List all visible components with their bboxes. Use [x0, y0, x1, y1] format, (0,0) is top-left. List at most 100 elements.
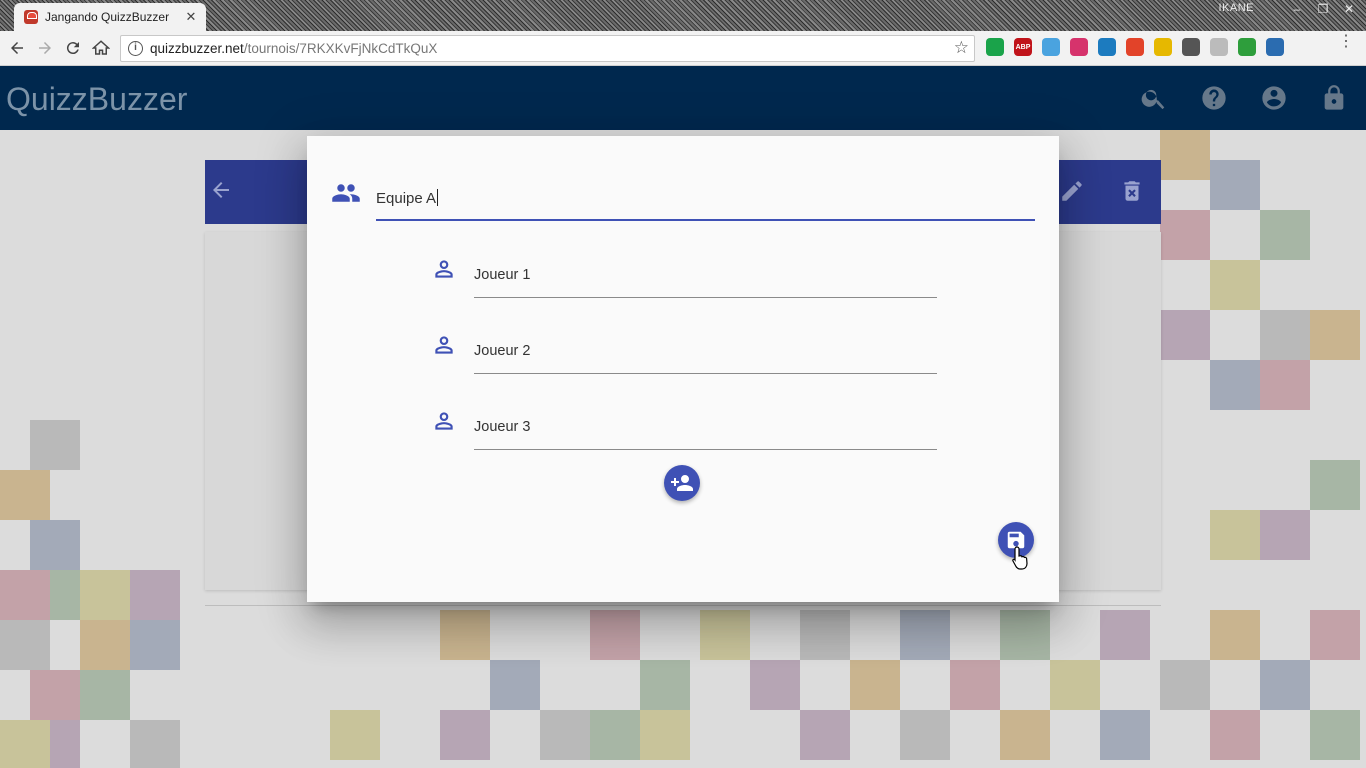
background-tile — [440, 610, 490, 660]
background-tile — [950, 660, 1000, 710]
browser-toolbar: i quizzbuzzer.net/tournois/7RKXKvFjNkCdT… — [0, 31, 1366, 66]
site-info-icon[interactable]: i — [128, 41, 143, 56]
background-tile — [540, 710, 590, 760]
tab-close-icon[interactable]: ✕ — [184, 9, 198, 25]
cloud-extension-icon[interactable] — [1042, 38, 1060, 56]
background-tile — [330, 710, 380, 760]
hand-cursor-icon — [1012, 546, 1028, 570]
close-window-icon[interactable]: ✕ — [1338, 0, 1360, 18]
text-caret — [437, 189, 439, 206]
background-tile — [1210, 510, 1260, 560]
background-tile — [640, 660, 690, 710]
url-host: quizzbuzzer.net — [150, 41, 244, 56]
background-tile — [130, 620, 180, 670]
background-tile — [1260, 360, 1310, 410]
help-icon[interactable] — [1200, 84, 1228, 112]
add-player-button[interactable] — [664, 465, 700, 501]
back-nav-icon[interactable] — [6, 37, 28, 59]
record-extension-icon[interactable] — [1070, 38, 1088, 56]
background-tile — [1160, 660, 1210, 710]
minimize-icon[interactable]: – — [1286, 0, 1308, 18]
background-tile — [1310, 610, 1360, 660]
quizzbuzzer-favicon-icon — [24, 10, 38, 24]
background-tile — [700, 610, 750, 660]
background-tile — [750, 660, 800, 710]
browser-menu-icon[interactable]: ⋮ — [1338, 34, 1354, 50]
background-tile — [900, 710, 950, 760]
search-icon[interactable] — [1140, 84, 1168, 112]
address-bar[interactable]: i quizzbuzzer.net/tournois/7RKXKvFjNkCdT… — [120, 35, 975, 62]
evernote-extension-icon[interactable] — [986, 38, 1004, 56]
divider — [205, 605, 1161, 606]
player-row: Joueur 1 — [429, 256, 937, 306]
tab-title: Jangando QuizzBuzzer — [45, 10, 170, 24]
player-name-value[interactable]: Joueur 1 — [474, 267, 530, 283]
team-edit-dialog: Equipe A Joueur 1 Joueur 2 Joueur 3 — [307, 136, 1059, 602]
background-tile — [1260, 510, 1310, 560]
background-tile — [1310, 710, 1360, 760]
background-tile — [1310, 460, 1360, 510]
home-icon[interactable] — [90, 37, 112, 59]
restore-icon[interactable]: ❐ — [1312, 0, 1334, 18]
background-tile — [30, 670, 80, 720]
background-tile — [1210, 710, 1260, 760]
adblock-plus-extension-icon[interactable]: ABP — [1014, 38, 1032, 56]
player-name-field[interactable]: Joueur 2 — [474, 332, 937, 374]
team-name-field[interactable]: Equipe A — [376, 180, 1035, 221]
background-tile — [1160, 210, 1210, 260]
person-icon — [435, 336, 453, 354]
eye-extension-icon[interactable] — [1098, 38, 1116, 56]
check-extension-icon[interactable] — [1238, 38, 1256, 56]
bookmark-star-icon[interactable]: ☆ — [954, 38, 969, 58]
browser-tab[interactable]: Jangando QuizzBuzzer ✕ — [14, 3, 206, 31]
background-tile — [80, 670, 130, 720]
background-tile — [850, 660, 900, 710]
person-icon — [435, 412, 453, 430]
player-name-field[interactable]: Joueur 3 — [474, 408, 937, 450]
player-name-value[interactable]: Joueur 3 — [474, 419, 530, 435]
url-path: /tournois/7RKXKvFjNkCdTkQuX — [243, 41, 438, 56]
reload-icon[interactable] — [62, 37, 84, 59]
person-icon — [435, 260, 453, 278]
background-tile — [1260, 660, 1310, 710]
app-brand-title[interactable]: QuizzBuzzer — [6, 81, 187, 118]
background-tile — [1160, 130, 1210, 180]
background-tile — [800, 710, 850, 760]
eyedropper-extension-icon[interactable] — [1182, 38, 1200, 56]
url-text[interactable]: quizzbuzzer.net/tournois/7RKXKvFjNkCdTkQ… — [150, 41, 437, 56]
account-icon[interactable] — [1260, 84, 1288, 112]
background-tile — [1210, 160, 1260, 210]
notes-extension-icon[interactable] — [1154, 38, 1172, 56]
gitlab-extension-icon[interactable] — [1126, 38, 1144, 56]
player-row: Joueur 2 — [429, 332, 937, 382]
window-user-name[interactable]: IKANE — [1218, 2, 1254, 14]
background-tile — [1310, 310, 1360, 360]
background-tile — [1100, 610, 1150, 660]
background-tile — [590, 710, 640, 760]
delete-icon[interactable] — [1119, 178, 1145, 204]
background-tile — [1160, 310, 1210, 360]
background-tile — [1260, 210, 1310, 260]
team-name-value[interactable]: Equipe A — [376, 189, 439, 207]
background-tile — [800, 610, 850, 660]
stackedit-extension-icon[interactable] — [1266, 38, 1284, 56]
chat-extension-icon[interactable] — [1210, 38, 1228, 56]
background-tile — [1210, 360, 1260, 410]
edit-icon[interactable] — [1059, 178, 1085, 204]
background-tile — [30, 420, 80, 470]
background-tile — [1000, 610, 1050, 660]
browser-tab-strip: Jangando QuizzBuzzer ✕ IKANE – ❐ ✕ — [0, 0, 1366, 31]
forward-nav-icon[interactable] — [34, 37, 56, 59]
lock-icon[interactable] — [1320, 84, 1348, 112]
background-tile — [490, 660, 540, 710]
player-name-field[interactable]: Joueur 1 — [474, 256, 937, 298]
background-tile — [900, 610, 950, 660]
back-arrow-icon[interactable] — [209, 178, 233, 202]
background-tile — [0, 470, 50, 520]
background-tile — [1210, 610, 1260, 660]
player-name-value[interactable]: Joueur 2 — [474, 343, 530, 359]
background-tile — [0, 570, 50, 620]
group-icon — [332, 184, 360, 202]
background-tile — [130, 720, 180, 768]
background-tile — [1260, 310, 1310, 360]
